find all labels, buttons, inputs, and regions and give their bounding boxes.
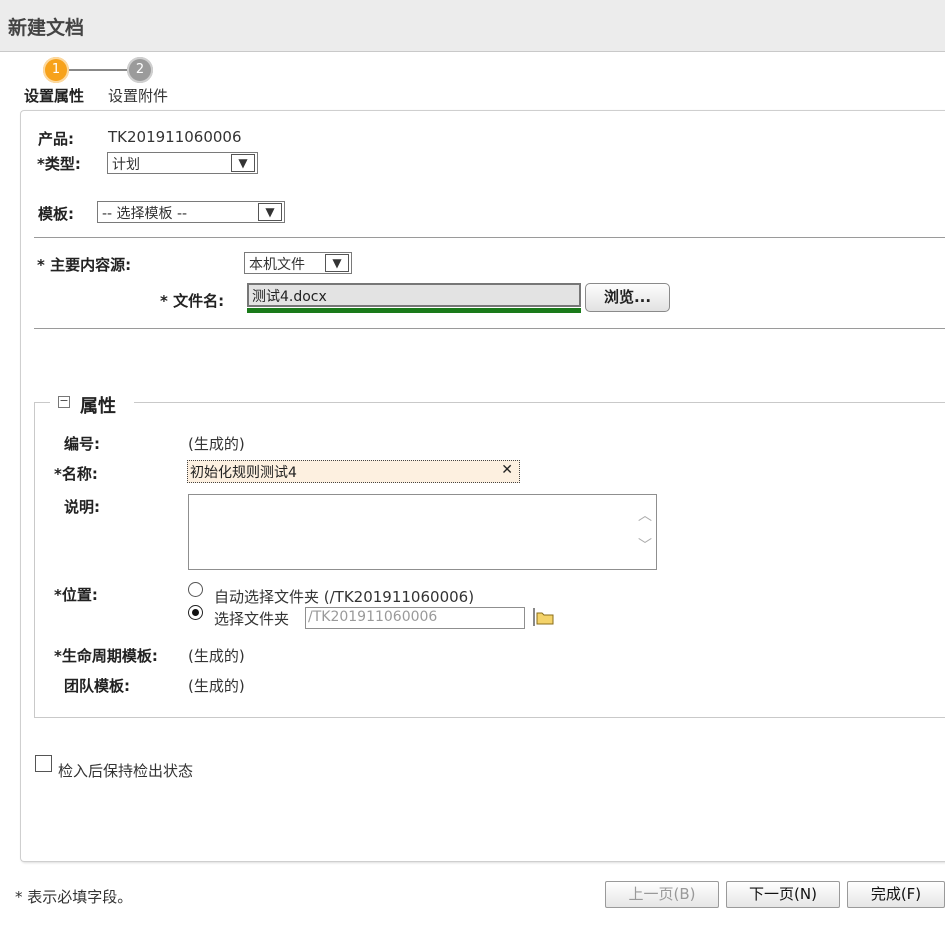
title-bar: 新建文档	[0, 0, 945, 52]
select-folder-radio[interactable]	[188, 605, 203, 620]
divider	[34, 328, 945, 329]
chevron-down-icon: ▼	[231, 154, 255, 172]
step-connector	[69, 69, 127, 71]
number-label: 编号:	[64, 435, 100, 453]
chevron-down-icon: ▼	[325, 254, 349, 272]
team-label: 团队模板:	[64, 677, 130, 695]
auto-folder-label[interactable]: 自动选择文件夹 (/TK201911060006)	[214, 586, 474, 607]
upload-progress-bar	[247, 308, 581, 313]
browse-button[interactable]: 浏览...	[585, 283, 670, 312]
type-select[interactable]: 计划 ▼	[107, 152, 258, 174]
template-select-value: -- 选择模板 --	[102, 206, 188, 222]
name-field-value: 初始化规则测试4	[190, 465, 297, 481]
scroll-down-icon[interactable]: ﹀	[638, 535, 652, 555]
type-select-value: 计划	[112, 157, 140, 173]
keep-checked-out-checkbox[interactable]	[35, 755, 52, 772]
select-folder-label[interactable]: 选择文件夹	[214, 608, 289, 629]
product-value: TK201911060006	[108, 128, 242, 146]
required-note: * 表示必填字段。	[15, 888, 133, 906]
team-value: (生成的)	[188, 677, 245, 695]
description-textarea[interactable]: ︿ ﹀	[188, 494, 657, 570]
lifecycle-value: (生成的)	[188, 647, 245, 665]
step-1-icon[interactable]: 1	[43, 57, 69, 83]
step-2-icon[interactable]: 2	[127, 57, 153, 83]
folder-icon[interactable]	[532, 606, 556, 628]
attributes-title: 属性	[80, 396, 116, 417]
clear-icon[interactable]: ✕	[501, 462, 513, 478]
filename-field[interactable]: 测试4.docx	[247, 283, 581, 307]
content-source-label: * 主要内容源:	[37, 256, 132, 274]
step-1-label[interactable]: 设置属性	[24, 85, 84, 106]
description-label: 说明:	[64, 498, 100, 516]
lifecycle-label: *生命周期模板:	[54, 647, 158, 665]
divider	[34, 237, 945, 238]
keep-checked-out-label[interactable]: 检入后保持检出状态	[58, 760, 193, 781]
step-2-label[interactable]: 设置附件	[108, 85, 168, 106]
auto-folder-radio[interactable]	[188, 582, 203, 597]
product-label: 产品:	[38, 130, 74, 148]
finish-button[interactable]: 完成(F)	[847, 881, 945, 908]
name-field[interactable]: 初始化规则测试4 ✕	[187, 460, 520, 483]
content-source-value: 本机文件	[249, 257, 305, 273]
folder-path-field[interactable]: /TK201911060006	[305, 607, 525, 629]
location-label: *位置:	[54, 586, 98, 604]
collapse-icon[interactable]: −	[58, 395, 70, 408]
chevron-down-icon: ▼	[258, 203, 282, 221]
type-label: *类型:	[37, 155, 81, 173]
filename-label: * 文件名:	[160, 292, 225, 310]
name-label: *名称:	[54, 465, 98, 483]
template-select[interactable]: -- 选择模板 -- ▼	[97, 201, 285, 223]
content-source-select[interactable]: 本机文件 ▼	[244, 252, 352, 274]
scroll-up-icon[interactable]: ︿	[638, 505, 652, 525]
template-label: 模板:	[38, 205, 74, 223]
next-button[interactable]: 下一页(N)	[726, 881, 840, 908]
number-value: (生成的)	[188, 435, 245, 453]
window-title: 新建文档	[8, 17, 85, 39]
prev-button[interactable]: 上一页(B)	[605, 881, 719, 908]
